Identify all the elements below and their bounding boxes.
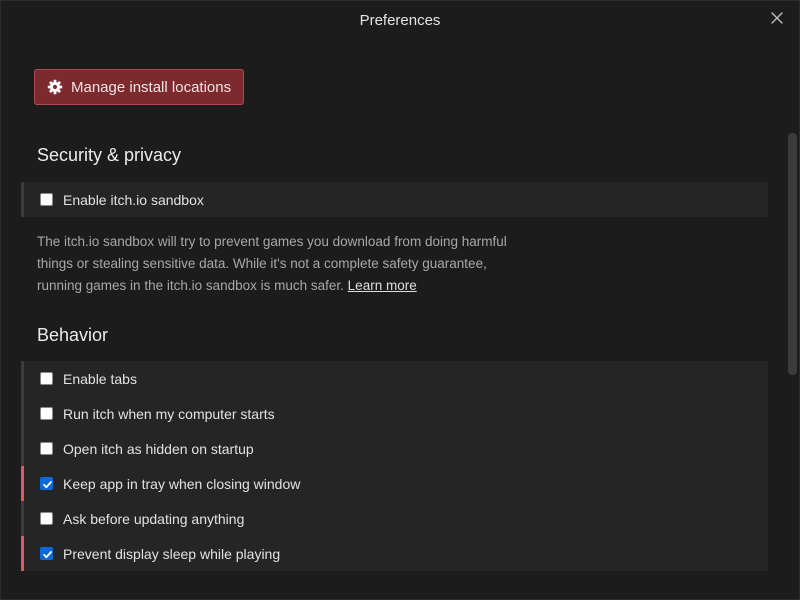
security-heading: Security & privacy [37,145,182,165]
titlebar: Preferences [1,1,799,41]
option-open-hidden[interactable]: Open itch as hidden on startup [21,431,768,466]
option-prevent-display-sleep[interactable]: Prevent display sleep while playing [21,536,768,571]
option-label: Prevent display sleep while playing [63,545,281,562]
prevent-display-sleep-checkbox[interactable] [40,547,53,560]
option-label: Enable tabs [63,370,137,387]
close-icon [771,12,783,24]
open-hidden-checkbox[interactable] [40,442,53,455]
behavior-heading: Behavior [37,325,109,345]
option-run-on-startup[interactable]: Run itch when my computer starts [21,396,768,431]
sandbox-checkbox[interactable] [40,193,53,206]
option-enable-sandbox[interactable]: Enable itch.io sandbox [21,182,768,217]
option-label: Enable itch.io sandbox [63,191,204,208]
checkmark-icon [43,551,52,559]
checkmark-icon [43,481,52,489]
manage-install-locations-label: Manage install locations [71,78,232,96]
gear-icon [47,79,63,95]
option-keep-in-tray[interactable]: Keep app in tray when closing window [21,466,768,501]
ask-before-updating-checkbox[interactable] [40,512,53,525]
window-title: Preferences [359,12,441,29]
enable-tabs-checkbox[interactable] [40,372,53,385]
scrollbar-thumb[interactable] [788,133,797,375]
scrollbar[interactable] [787,41,798,599]
manage-install-locations-button[interactable]: Manage install locations [34,69,245,105]
option-enable-tabs[interactable]: Enable tabs [21,361,768,396]
learn-more-link[interactable]: Learn more [348,278,417,293]
close-button[interactable] [769,10,785,26]
option-label: Open itch as hidden on startup [63,440,254,457]
option-label: Ask before updating anything [63,510,245,527]
keep-in-tray-checkbox[interactable] [40,477,53,490]
run-on-startup-checkbox[interactable] [40,407,53,420]
option-ask-before-updating[interactable]: Ask before updating anything [21,501,768,536]
option-label: Run itch when my computer starts [63,405,275,422]
option-label: Keep app in tray when closing window [63,475,301,492]
sandbox-description: The itch.io sandbox will try to prevent … [37,231,507,297]
preferences-window: Preferences Manage install locations Sec… [0,0,800,600]
sandbox-description-text: The itch.io sandbox will try to prevent … [37,234,507,293]
